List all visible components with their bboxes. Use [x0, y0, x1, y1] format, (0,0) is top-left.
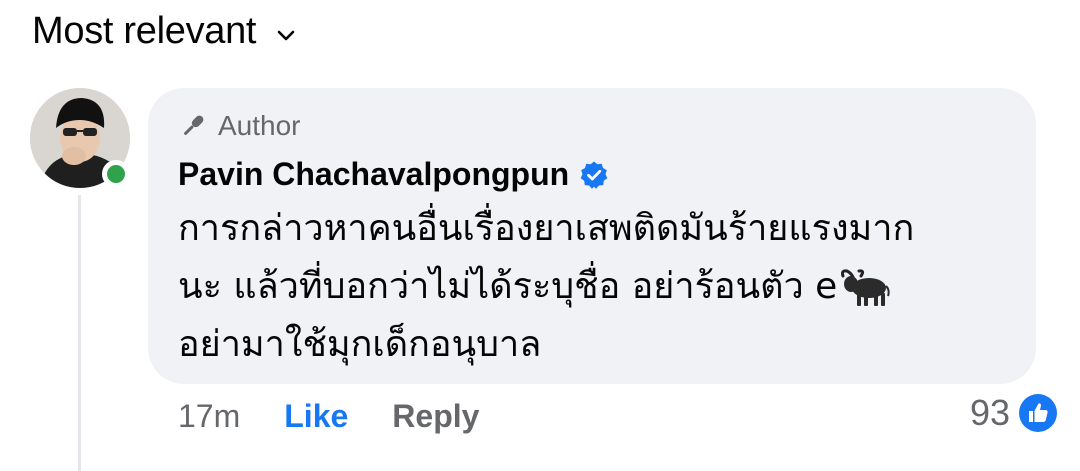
- chevron-down-icon: [277, 30, 295, 40]
- comments-section: Most relevant Author Pavin Chachavalpong…: [0, 0, 1080, 471]
- verified-badge-icon: [580, 161, 608, 189]
- like-button[interactable]: Like: [284, 398, 348, 435]
- comment-text-line-2-content: นะ แล้วที่บอกว่าไม่ได้ระบุชื่อ อย่าร้อนต…: [178, 266, 838, 307]
- microphone-icon: [184, 115, 204, 135]
- thread-line: [78, 195, 81, 471]
- sort-label: Most relevant: [32, 10, 257, 52]
- author-name[interactable]: Pavin Chachavalpongpun: [178, 156, 569, 193]
- author-badge-label: Author: [218, 110, 301, 141]
- comment-text-line-3: อย่ามาใช้มุกเด็กอนุบาล: [178, 324, 542, 365]
- online-status-indicator: [102, 160, 130, 188]
- commenter-avatar[interactable]: [30, 88, 130, 188]
- comment-actions: 17m Like Reply: [178, 398, 479, 435]
- comment-text: การกล่าวหาคนอื่นเรื่องยาเสพติดมันร้ายแรง…: [178, 200, 1008, 374]
- water-buffalo-emoji-icon: [841, 269, 890, 306]
- reply-button[interactable]: Reply: [392, 398, 479, 435]
- comment-timestamp[interactable]: 17m: [178, 398, 240, 435]
- reaction-summary[interactable]: 93: [970, 392, 1058, 434]
- sort-dropdown[interactable]: Most relevant: [32, 10, 298, 53]
- comment-text-line-2: นะ แล้วที่บอกว่าไม่ได้ระบุชื่อ อย่าร้อนต…: [178, 258, 1008, 316]
- like-reaction-icon: [1019, 394, 1057, 432]
- comment-text-line-1: การกล่าวหาคนอื่นเรื่องยาเสพติดมันร้ายแรง…: [178, 208, 915, 249]
- reaction-count: 93: [969, 392, 1010, 433]
- comment-bubble: Author Pavin Chachavalpongpun การกล่าวหา…: [148, 88, 1036, 384]
- author-name-row: Pavin Chachavalpongpun: [178, 156, 609, 193]
- author-badge: Author: [178, 110, 301, 142]
